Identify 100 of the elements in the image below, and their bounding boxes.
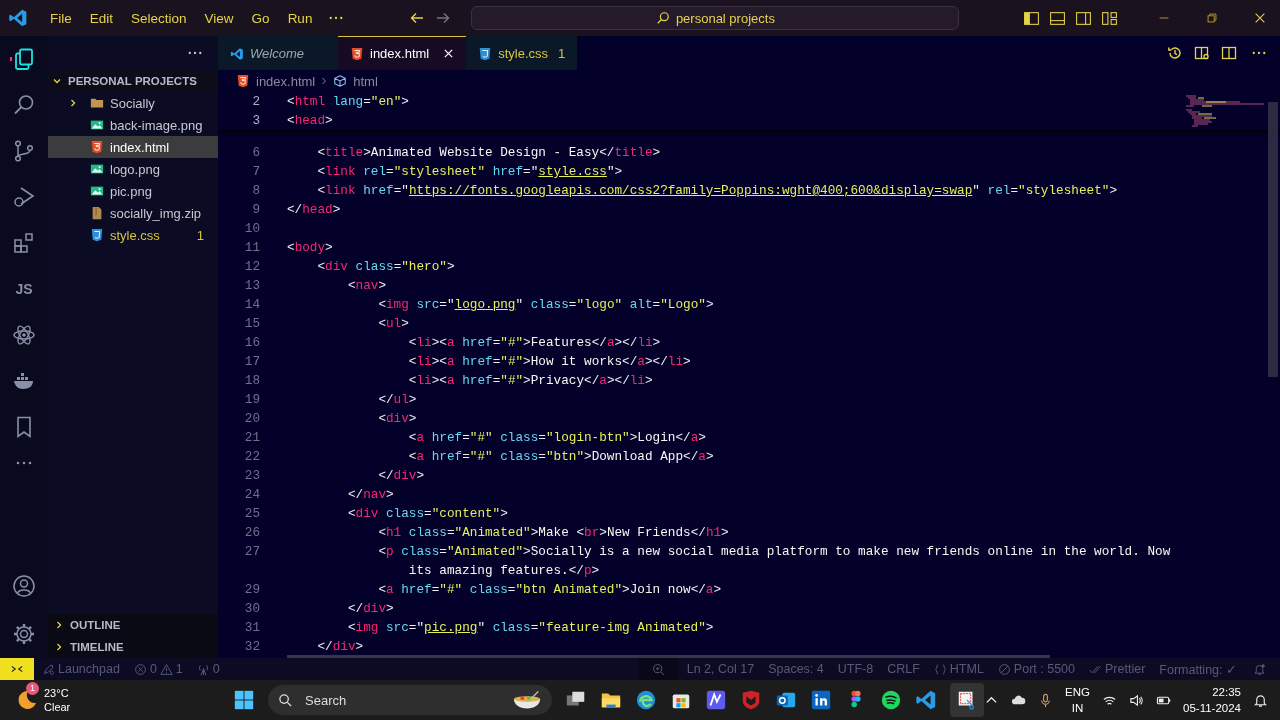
- search-field[interactable]: Search: [268, 685, 553, 715]
- scrollbar-thumb[interactable]: [287, 655, 1050, 658]
- menu-item[interactable]: Edit: [89, 10, 114, 26]
- editor-tab[interactable]: Welcome: [218, 36, 338, 70]
- atom-icon[interactable]: [12, 323, 36, 347]
- code-line: <div class="hero">: [316, 259, 455, 274]
- code-line: <p class="Animated">Socially is a new social media platform to make new friends online in the world. Now: [377, 544, 1171, 559]
- css-file-icon: [478, 46, 493, 61]
- explorer-entry[interactable]: pic.png: [48, 180, 218, 202]
- line-number: 21: [243, 430, 260, 445]
- explorer-entry[interactable]: logo.png: [48, 158, 218, 180]
- line-number: 14: [243, 297, 260, 312]
- open-preview-icon[interactable]: [1194, 45, 1210, 61]
- code-line: <h1 class="Animated">Make <br>New Friends</h1>: [377, 525, 729, 540]
- vscode-logo-icon: [230, 46, 244, 61]
- breadcrumb-item[interactable]: index.html: [256, 73, 316, 89]
- sidebar-toggle-icon[interactable]: [1023, 9, 1040, 27]
- chevron-down-icon: [52, 76, 62, 86]
- code-line: <li><a href="#">How it works</a></li>: [407, 354, 691, 369]
- search-icon: [278, 692, 294, 708]
- secondary-sidebar-icon[interactable]: [1075, 9, 1092, 27]
- line-number: 9: [251, 202, 260, 217]
- code-line: <a href="#" class="btn">Download App</a>: [407, 449, 714, 464]
- input-language[interactable]: ENG IN: [1065, 684, 1090, 716]
- notifications-icon[interactable]: [1253, 662, 1266, 676]
- warning-icon: [159, 662, 173, 676]
- snipping-tool-icon[interactable]: [950, 683, 985, 717]
- panel-header[interactable]: TIMELINE: [48, 636, 218, 658]
- breadcrumb-item[interactable]: html: [353, 73, 378, 89]
- line-number: 8: [251, 183, 260, 198]
- line-number: 25: [243, 506, 260, 521]
- code-line: </div>: [377, 468, 425, 483]
- layout-icon[interactable]: [1101, 9, 1118, 27]
- forward-arrow-icon[interactable]: [435, 10, 452, 26]
- search-icon[interactable]: [12, 93, 36, 117]
- code-line: <a href="#" class="btn Animated">Join now</a>: [377, 582, 722, 597]
- more-icon[interactable]: [188, 51, 202, 55]
- account-icon[interactable]: [12, 574, 36, 598]
- close-icon[interactable]: [1253, 11, 1267, 25]
- menu-item[interactable]: Selection: [131, 10, 187, 26]
- error-icon: [133, 662, 147, 676]
- notification-badge: 1: [26, 682, 39, 695]
- editor-tab[interactable]: style.css 1: [466, 36, 578, 70]
- line-number: 17: [243, 354, 260, 369]
- explorer-entry[interactable]: index.html: [48, 136, 218, 158]
- scrollbar-thumb[interactable]: [1268, 102, 1278, 377]
- more-icon[interactable]: [16, 461, 32, 465]
- explorer-icon[interactable]: [12, 47, 36, 71]
- explorer-entry[interactable]: style.css 1: [48, 224, 218, 246]
- cube-icon: [333, 74, 348, 88]
- music-app-icon[interactable]: [880, 689, 903, 711]
- code-line: <li><a href="#">Privacy</a></li>: [407, 373, 653, 388]
- explorer-section-header[interactable]: PERSONAL PROJECTS: [48, 70, 218, 92]
- notification-bell-icon[interactable]: [1253, 692, 1268, 708]
- restore-icon[interactable]: [1205, 11, 1219, 25]
- extensions-icon[interactable]: [12, 231, 36, 255]
- run-debug-icon[interactable]: [12, 185, 36, 209]
- code-line: <nav>: [346, 278, 386, 293]
- editor-tab[interactable]: index.html: [338, 36, 467, 70]
- temperature[interactable]: 23°C: [44, 686, 71, 700]
- folder-icon: [90, 96, 104, 110]
- weather-condition[interactable]: Clear: [44, 700, 71, 714]
- command-center[interactable]: personal projects: [471, 6, 960, 30]
- code-line: <title>Animated Website Design - Easy</title>: [316, 145, 661, 160]
- volume-icon[interactable]: [1129, 692, 1144, 708]
- remote-button[interactable]: [0, 658, 34, 680]
- code-line: <div class="content">: [346, 506, 508, 521]
- browser-icon[interactable]: [635, 689, 658, 711]
- menu-item[interactable]: View: [204, 10, 234, 26]
- app-icon[interactable]: [705, 689, 728, 711]
- more-icon[interactable]: [329, 16, 344, 20]
- code-editor-icon[interactable]: [915, 689, 938, 711]
- line-number: 24: [243, 487, 260, 502]
- panel-toggle-icon[interactable]: [1049, 9, 1066, 27]
- close-icon[interactable]: [443, 48, 455, 59]
- code-line: <link href="https://fonts.googleapis.com/css2?family=Poppins:wght@400;600&display=swap" rel="stylesheet">: [316, 183, 1118, 198]
- back-arrow-icon[interactable]: [409, 10, 426, 26]
- code-line: <li><a href="#">Features</a></li>: [407, 335, 661, 350]
- chevron-right-icon: [68, 98, 78, 108]
- panel-header[interactable]: OUTLINE: [48, 614, 218, 636]
- menu-item[interactable]: File: [50, 10, 72, 26]
- split-editor-icon[interactable]: [1221, 45, 1237, 61]
- chevron-right-icon: [54, 642, 64, 652]
- explorer-entry[interactable]: back-image.png: [48, 114, 218, 136]
- javascript-label[interactable]: JS: [15, 277, 33, 301]
- start-icon[interactable]: [233, 689, 256, 711]
- code-line: its amazing features.</p>: [407, 563, 600, 578]
- menu-item[interactable]: Run: [287, 10, 313, 26]
- more-icon[interactable]: [1252, 51, 1266, 55]
- source-control-icon[interactable]: [12, 139, 36, 163]
- clock[interactable]: 22:35 05-11-2024: [1183, 684, 1241, 716]
- code-line: <img src="pic.png" class="feature-img Animated">: [346, 620, 714, 635]
- timeline-icon[interactable]: [1167, 45, 1183, 61]
- antenna-icon: [196, 662, 210, 676]
- settings-icon[interactable]: [12, 622, 36, 646]
- zoom-icon[interactable]: [652, 662, 666, 676]
- menu-item[interactable]: Go: [251, 10, 270, 26]
- explorer-entry[interactable]: socially_img.zip: [48, 202, 218, 224]
- explorer-entry[interactable]: Socially: [48, 92, 218, 114]
- line-number: 6: [251, 145, 260, 160]
